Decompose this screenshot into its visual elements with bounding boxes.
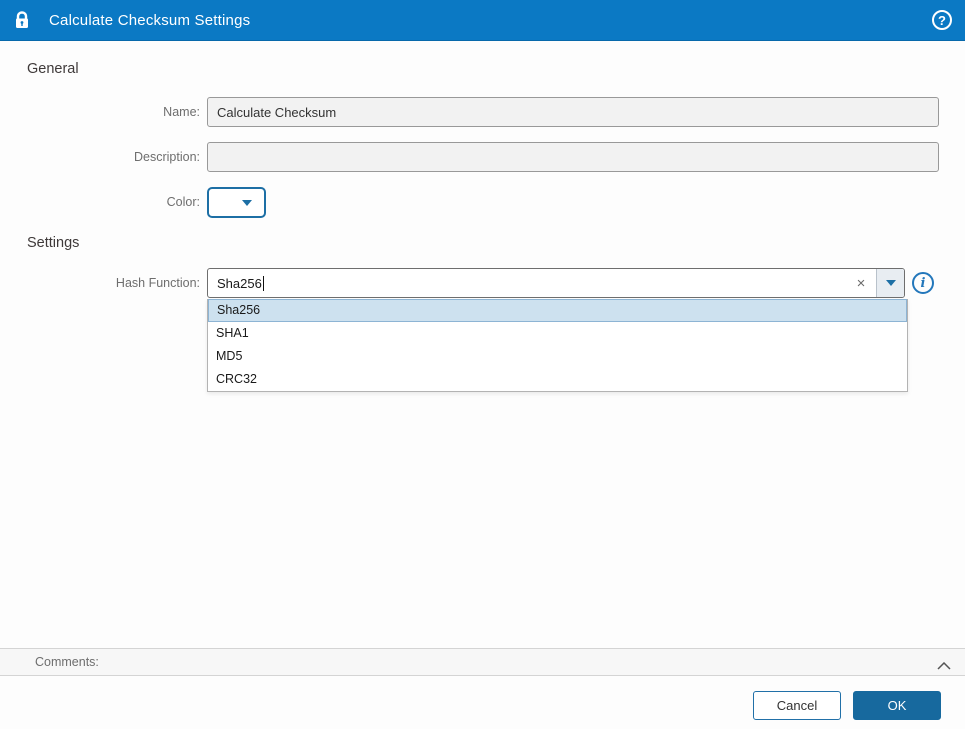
section-header-settings: Settings	[27, 235, 80, 251]
info-icon[interactable]: i	[912, 272, 934, 294]
color-label: Color:	[166, 195, 200, 209]
comments-bar[interactable]: Comments:	[0, 648, 965, 676]
dialog-title: Calculate Checksum Settings	[49, 11, 251, 29]
clear-icon[interactable]: ×	[846, 269, 876, 297]
calculate-checksum-settings-dialog: Calculate Checksum Settings ? General Na…	[0, 0, 965, 729]
dropdown-item-md5[interactable]: MD5	[208, 345, 907, 368]
hash-function-combobox[interactable]: Sha256 ×	[207, 268, 905, 298]
hash-function-value: Sha256	[217, 275, 262, 291]
dropdown-item-crc32[interactable]: CRC32	[208, 368, 907, 391]
dropdown-item-sha1[interactable]: SHA1	[208, 322, 907, 345]
description-input[interactable]	[207, 142, 939, 172]
chevron-down-icon	[242, 199, 252, 206]
dropdown-item-sha256[interactable]: Sha256	[208, 299, 907, 322]
name-label: Name:	[163, 105, 200, 119]
description-label: Description:	[134, 150, 200, 164]
chevron-up-icon[interactable]	[937, 657, 951, 675]
chevron-down-icon	[885, 280, 896, 286]
text-caret	[262, 275, 264, 291]
ok-button[interactable]: OK	[853, 691, 941, 720]
lock-icon	[14, 11, 30, 29]
hash-function-dropdown-list: Sha256 SHA1 MD5 CRC32	[207, 299, 908, 392]
comments-label: Comments:	[35, 655, 99, 669]
cancel-button[interactable]: Cancel	[753, 691, 841, 720]
help-icon[interactable]: ?	[932, 10, 952, 30]
section-header-general: General	[27, 61, 79, 77]
combobox-dropdown-button[interactable]	[876, 269, 904, 297]
name-input[interactable]	[207, 97, 939, 127]
color-dropdown[interactable]	[207, 187, 266, 218]
hash-function-input[interactable]: Sha256	[208, 269, 846, 297]
hash-function-label: Hash Function:	[115, 276, 200, 290]
titlebar: Calculate Checksum Settings ?	[0, 0, 965, 41]
